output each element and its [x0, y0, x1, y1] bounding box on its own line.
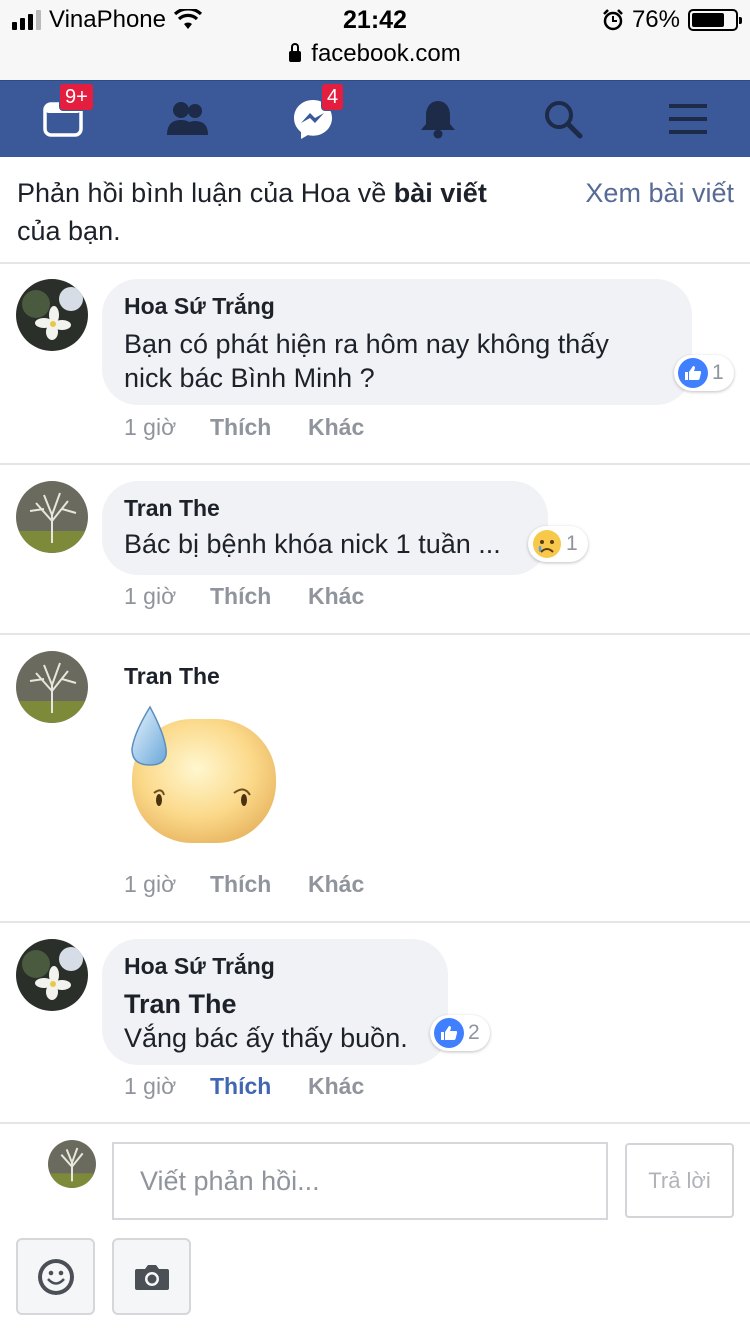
reaction-count: 2: [468, 1021, 480, 1044]
like-icon: [678, 358, 708, 388]
header-text-bold: bài viết: [393, 178, 487, 208]
friends-tab[interactable]: [158, 81, 218, 157]
alarm-icon: [603, 9, 623, 31]
comment-author[interactable]: Hoa Sứ Trắng: [124, 951, 426, 981]
search-icon: [545, 101, 583, 139]
comment-text: Bác bị bệnh khóa nick 1 tuần ...: [124, 529, 501, 559]
like-button[interactable]: Thích: [210, 414, 308, 441]
comment-author[interactable]: Hoa Sứ Trắng: [124, 291, 670, 321]
mention-tag[interactable]: Tran The: [124, 987, 426, 1021]
menu-tab[interactable]: [658, 81, 718, 157]
more-button[interactable]: Khác: [308, 414, 364, 441]
news-feed-tab[interactable]: 9+: [33, 81, 94, 157]
like-icon: [434, 1018, 464, 1048]
facebook-nav-bar: 9+ 4: [0, 80, 750, 157]
feed-badge: 9+: [59, 83, 94, 111]
comment-text-line: nick bác Bình Minh ?: [124, 363, 375, 393]
header-text-prefix: Phản hồi bình luận của Hoa về: [17, 178, 394, 208]
like-button[interactable]: Thích: [210, 871, 308, 898]
status-bar: VinaPhone 21:42 76%: [0, 0, 750, 40]
sad-face-icon: [533, 530, 561, 558]
reply-button[interactable]: Trả lời: [625, 1143, 734, 1218]
reaction-summary[interactable]: 2: [430, 1015, 490, 1051]
battery-percent: 76%: [631, 6, 680, 33]
comment-actions: 1 giờ Thích Khác: [124, 414, 364, 441]
messenger-tab[interactable]: 4: [283, 81, 345, 157]
url-text: facebook.com: [311, 40, 461, 67]
reply-thread-header: Phản hồi bình luận của Hoa về bài viết củ…: [0, 156, 750, 264]
comment-item: Tran The 1 giờ Thích Khác: [0, 635, 750, 923]
reply-input[interactable]: Viết phản hồi...: [112, 1142, 608, 1220]
reply-composer: Viết phản hồi... Trả lời: [0, 1124, 750, 1334]
more-button[interactable]: Khác: [308, 583, 364, 610]
comment-bubble: Hoa Sứ Trắng Tran The Vắng bác ấy thấy b…: [102, 939, 448, 1065]
comment-actions: 1 giờ Thích Khác: [124, 583, 364, 610]
comment-bubble: Hoa Sứ Trắng Bạn có phát hiện ra hôm nay…: [102, 279, 692, 405]
photo-button[interactable]: [112, 1238, 191, 1315]
friends-icon: [167, 102, 208, 135]
avatar[interactable]: [16, 651, 88, 723]
reaction-summary[interactable]: 1: [528, 526, 588, 562]
comment-actions: 1 giờ Thích Khác: [124, 871, 364, 898]
comment-item: Tran The Bác bị bệnh khóa nick 1 tuần ..…: [0, 465, 750, 635]
comment-time[interactable]: 1 giờ: [124, 871, 210, 898]
avatar[interactable]: [16, 481, 88, 553]
comment-actions: 1 giờ Thích Khác: [124, 1073, 364, 1100]
reaction-count: 1: [712, 361, 724, 384]
header-title: Phản hồi bình luận của Hoa về bài viết củ…: [17, 174, 557, 250]
comment-time[interactable]: 1 giờ: [124, 414, 210, 441]
hamburger-menu-icon: [669, 104, 707, 134]
comment-author[interactable]: Tran The: [124, 493, 526, 523]
smiley-icon: [37, 1258, 74, 1295]
notifications-tab[interactable]: [408, 81, 468, 157]
emoji-button[interactable]: [16, 1238, 95, 1315]
reaction-summary[interactable]: 1: [674, 355, 734, 391]
header-text-suffix: của bạn.: [17, 216, 121, 246]
comment-text-line: Bạn có phát hiện ra hôm nay không thấy: [124, 329, 609, 359]
sweat-drop-face-sticker[interactable]: [124, 705, 280, 847]
bell-icon: [421, 101, 455, 139]
camera-icon: [134, 1264, 169, 1290]
search-tab[interactable]: [533, 81, 593, 157]
like-button[interactable]: Thích: [210, 1073, 308, 1100]
address-bar[interactable]: facebook.com: [0, 40, 750, 80]
more-button[interactable]: Khác: [308, 1073, 364, 1100]
battery-icon: [688, 9, 742, 31]
comment-author[interactable]: Tran The: [124, 661, 220, 691]
comment-time[interactable]: 1 giờ: [124, 583, 210, 610]
messages-badge: 4: [321, 83, 345, 111]
like-button[interactable]: Thích: [210, 583, 308, 610]
avatar[interactable]: [16, 279, 88, 351]
status-right: 76%: [602, 6, 742, 34]
user-avatar: [48, 1140, 96, 1188]
comment-item: Hoa Sứ Trắng Bạn có phát hiện ra hôm nay…: [0, 264, 750, 465]
comment-item: Hoa Sứ Trắng Tran The Vắng bác ấy thấy b…: [0, 923, 750, 1124]
more-button[interactable]: Khác: [308, 871, 364, 898]
comment-text: Bạn có phát hiện ra hôm nay không thấy ni…: [124, 327, 670, 395]
view-post-link[interactable]: Xem bài viết: [585, 174, 734, 212]
comment-text: Vắng bác ấy thấy buồn.: [124, 1023, 408, 1053]
comment-time[interactable]: 1 giờ: [124, 1073, 210, 1100]
avatar[interactable]: [16, 939, 88, 1011]
reaction-count: 1: [566, 532, 578, 555]
lock-icon: [289, 43, 302, 62]
comment-bubble: Tran The Bác bị bệnh khóa nick 1 tuần ..…: [102, 481, 548, 575]
